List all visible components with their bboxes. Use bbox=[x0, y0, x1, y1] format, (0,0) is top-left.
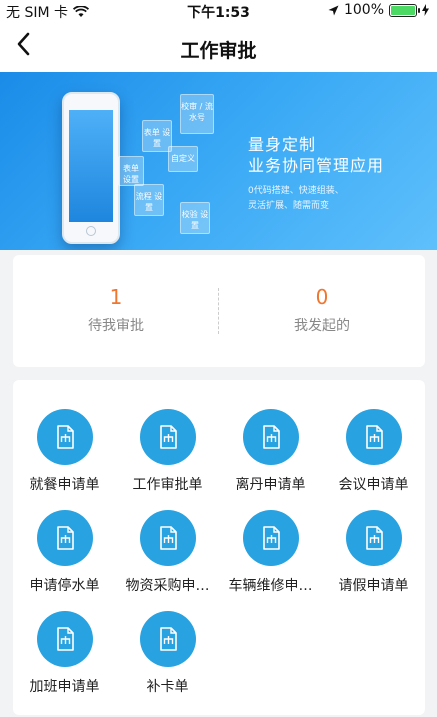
banner-tile: 自定义 bbox=[168, 146, 198, 172]
stat-count: 0 bbox=[315, 285, 329, 309]
stats-card: 1 待我审批 0 我发起的 bbox=[13, 255, 425, 367]
app-icon-circle[interactable] bbox=[242, 409, 299, 465]
app-label: 加班申请单 bbox=[29, 679, 100, 695]
app-item[interactable]: 加班申请单 bbox=[13, 611, 116, 696]
banner-tile: 校审 / 流水号 bbox=[180, 94, 214, 134]
app-item[interactable]: 补卡单 bbox=[116, 611, 219, 696]
form-icon bbox=[262, 526, 280, 550]
promo-banner: 校审 / 流水号 表单 设置 自定义 表单 设置 流程 设置 校验 设置 量身定… bbox=[0, 72, 437, 250]
app-item[interactable]: 车辆维修申… bbox=[219, 510, 322, 595]
page-title: 工作审批 bbox=[180, 40, 257, 62]
form-icon bbox=[159, 526, 177, 550]
status-bar: 无 SIM 卡 下午1:53 100% bbox=[0, 0, 437, 22]
app-icon-circle[interactable] bbox=[36, 611, 93, 667]
app-label: 车辆维修申… bbox=[228, 578, 313, 594]
app-label: 离丹申请单 bbox=[235, 477, 306, 493]
app-item[interactable]: 工作审批单 bbox=[116, 409, 219, 494]
app-label: 会议申请单 bbox=[338, 477, 409, 493]
banner-desc-line2: 灵活扩展、随需而变 bbox=[248, 201, 330, 211]
app-label: 就餐申请单 bbox=[29, 477, 100, 493]
form-icon bbox=[262, 425, 280, 449]
form-icon bbox=[365, 425, 383, 449]
battery-percent: 100% bbox=[343, 2, 384, 18]
app-icon-circle[interactable] bbox=[345, 510, 402, 566]
form-icon bbox=[56, 526, 74, 550]
form-icon bbox=[159, 627, 177, 651]
banner-title-line2: 业务协同管理应用 bbox=[248, 156, 385, 175]
form-icon bbox=[56, 425, 74, 449]
banner-tile: 校验 设置 bbox=[180, 202, 210, 234]
nav-bar: 工作审批 bbox=[0, 22, 437, 72]
charging-icon bbox=[422, 4, 429, 16]
app-item[interactable]: 申请停水单 bbox=[13, 510, 116, 595]
app-item[interactable]: 就餐申请单 bbox=[13, 409, 116, 494]
form-icon bbox=[56, 627, 74, 651]
phone-illustration bbox=[62, 92, 120, 244]
app-icon-circle[interactable] bbox=[36, 510, 93, 566]
app-icon-circle[interactable] bbox=[139, 409, 196, 465]
app-label: 补卡单 bbox=[146, 679, 189, 695]
stat-pending-approval[interactable]: 1 待我审批 bbox=[13, 285, 219, 335]
app-label: 请假申请单 bbox=[338, 578, 409, 594]
app-label: 物资采购申… bbox=[125, 578, 210, 594]
app-label: 申请停水单 bbox=[29, 578, 100, 594]
location-arrow-icon bbox=[328, 5, 339, 15]
form-icon bbox=[365, 526, 383, 550]
battery-icon bbox=[389, 3, 420, 17]
app-icon-circle[interactable] bbox=[36, 409, 93, 465]
app-item[interactable]: 离丹申请单 bbox=[219, 409, 322, 494]
banner-desc-line1: 0代码搭建、快速组装、 bbox=[248, 186, 344, 196]
app-icon-circle[interactable] bbox=[345, 409, 402, 465]
app-grid: 就餐申请单 工作审批单 离丹申请单 会议申请单申请停水单 物资采购申… 车辆维修申… 请假申… bbox=[13, 380, 425, 715]
banner-tile: 表单 设置 bbox=[118, 156, 144, 186]
form-icon bbox=[159, 425, 177, 449]
stat-label: 我发起的 bbox=[294, 318, 350, 334]
stat-initiated[interactable]: 0 我发起的 bbox=[219, 285, 425, 335]
app-icon-circle[interactable] bbox=[139, 510, 196, 566]
app-icon-circle[interactable] bbox=[242, 510, 299, 566]
stat-label: 待我审批 bbox=[88, 318, 144, 334]
banner-title-line1: 量身定制 bbox=[248, 135, 317, 154]
app-item[interactable]: 请假申请单 bbox=[322, 510, 425, 595]
app-label: 工作审批单 bbox=[132, 477, 203, 493]
banner-title: 量身定制 业务协同管理应用 bbox=[248, 134, 384, 176]
app-item[interactable]: 会议申请单 bbox=[322, 409, 425, 494]
app-item[interactable]: 物资采购申… bbox=[116, 510, 219, 595]
stat-count: 1 bbox=[109, 285, 123, 309]
banner-description: 0代码搭建、快速组装、 灵活扩展、随需而变 bbox=[248, 184, 344, 214]
app-icon-circle[interactable] bbox=[139, 611, 196, 667]
banner-tile: 流程 设置 bbox=[134, 184, 164, 216]
